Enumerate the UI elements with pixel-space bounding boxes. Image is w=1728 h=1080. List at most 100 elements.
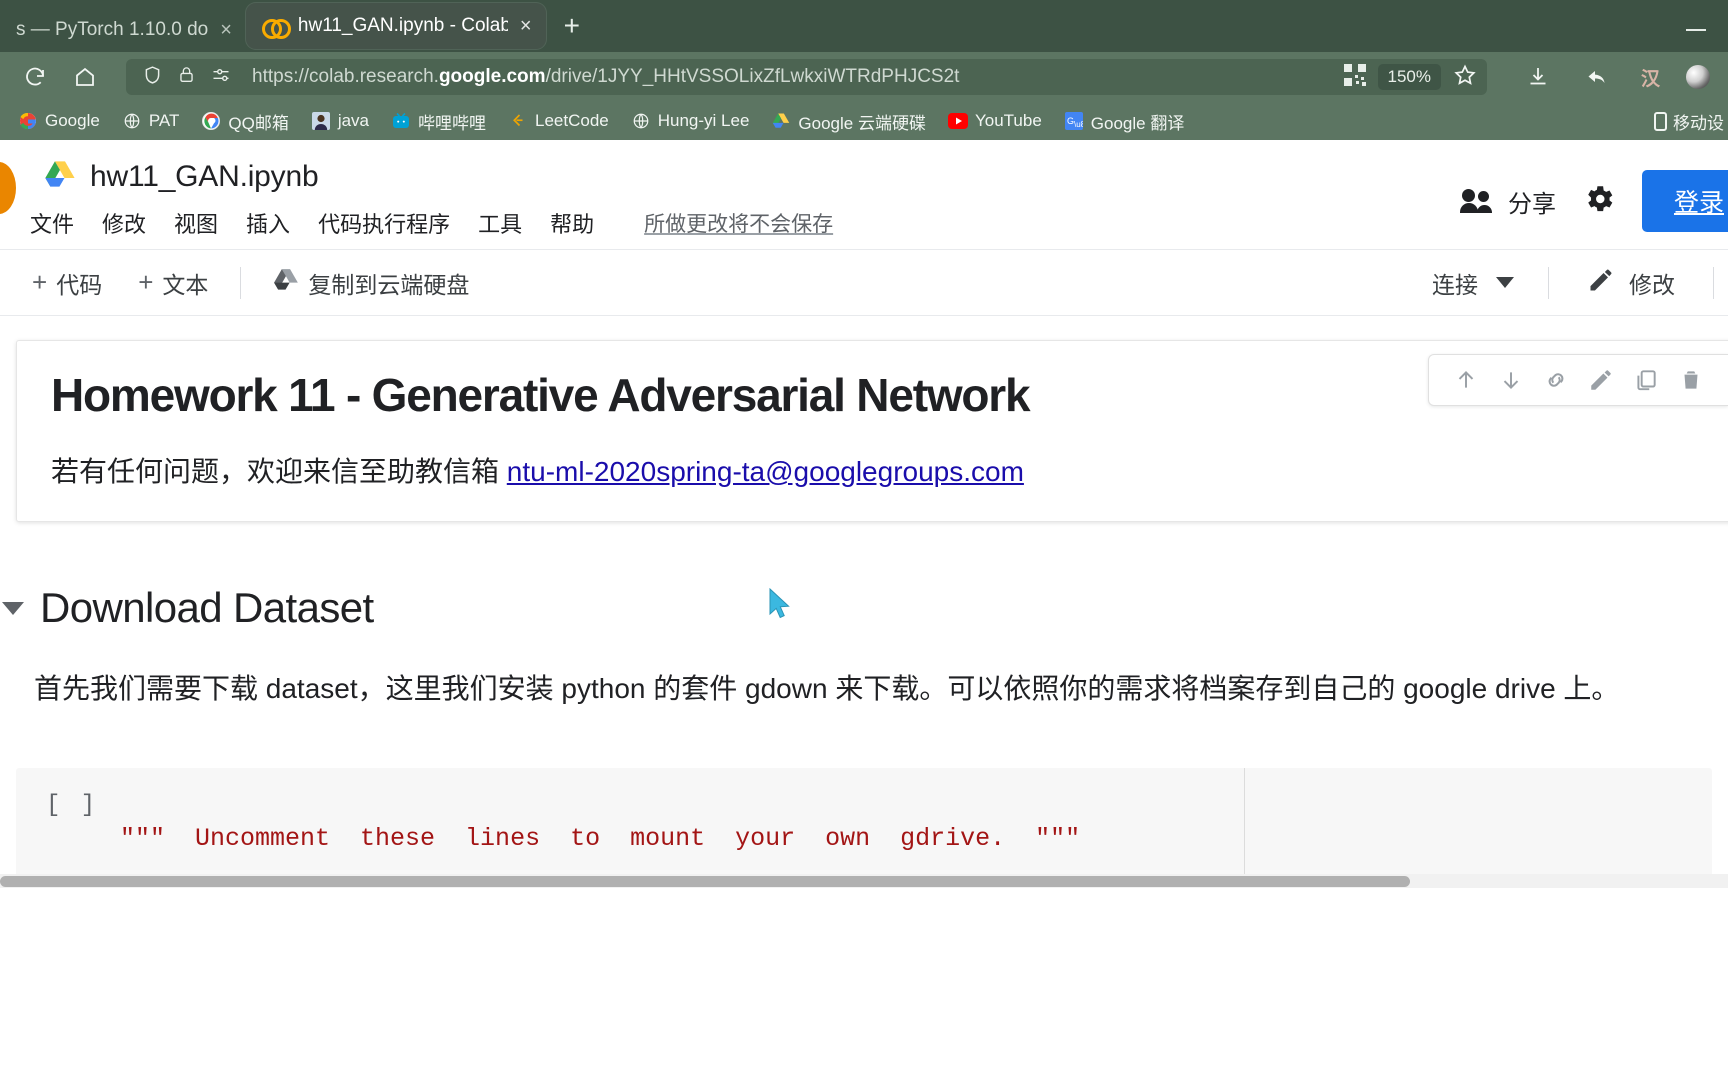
header-actions: 分享 登录: [1459, 170, 1728, 232]
section-header-download-dataset[interactable]: Download Dataset: [0, 584, 1728, 632]
bookmark-label: Google: [45, 111, 100, 130]
add-text-cell-button[interactable]: + 文本: [120, 266, 226, 300]
code-cell[interactable]: [ ] """ Uncomment these lines to mount y…: [16, 768, 1712, 889]
bilibili-icon: [391, 111, 411, 131]
bookmark-label: QQ邮箱: [228, 113, 289, 133]
lock-icon[interactable]: [177, 64, 196, 91]
zoom-level-indicator[interactable]: 150%: [1377, 64, 1441, 90]
minimize-icon[interactable]: [1686, 21, 1706, 31]
move-cell-up-icon[interactable]: [1453, 367, 1479, 393]
run-cell-button[interactable]: [ ]: [46, 792, 98, 819]
permissions-icon[interactable]: [210, 65, 232, 90]
download-icon[interactable]: [1521, 60, 1555, 94]
menu-item-view[interactable]: 视图: [174, 207, 218, 239]
google-icon: [18, 111, 38, 131]
bookmark-label: YouTube: [974, 111, 1042, 130]
browser-tab-colab[interactable]: hw11_GAN.ipynb - Colabora ×: [245, 3, 546, 49]
gear-icon[interactable]: [1582, 182, 1616, 221]
menu-item-insert[interactable]: 插入: [246, 207, 290, 239]
bookmark-label: 哔哩哔哩: [418, 113, 487, 133]
bookmark-google-translate[interactable]: G\u8bd1 Google 翻译: [1064, 109, 1185, 134]
shield-icon[interactable]: [142, 64, 163, 91]
close-icon[interactable]: ×: [220, 20, 232, 40]
bookmark-leetcode[interactable]: LeetCode: [508, 111, 609, 131]
bookmark-label: 移动设: [1673, 113, 1724, 133]
sign-in-button[interactable]: 登录: [1641, 170, 1728, 232]
colab-header: hw11_GAN.ipynb 文件 修改 视图 插入 代码执行程序 工具 帮助 …: [0, 140, 1728, 250]
add-code-cell-button[interactable]: + 代码: [14, 266, 120, 300]
move-cell-down-icon[interactable]: [1498, 367, 1524, 393]
bookmark-bilibili[interactable]: 哔哩哔哩: [391, 109, 486, 134]
pencil-icon: [1587, 266, 1615, 300]
bookmark-google[interactable]: Google: [18, 111, 100, 131]
bookmark-label: Hung-yi Lee: [657, 111, 750, 130]
chevron-down-icon[interactable]: [1496, 277, 1514, 288]
code-margin-divider: [1244, 768, 1245, 889]
toolbar-divider: [1548, 266, 1549, 299]
close-icon[interactable]: ×: [520, 16, 532, 36]
copy-cell-icon[interactable]: [1633, 367, 1659, 393]
bookmarks-overflow[interactable]: 移动设: [1654, 109, 1724, 134]
colab-icon: [261, 18, 291, 39]
google-drive-icon: [44, 160, 76, 194]
bookmark-pat[interactable]: PAT: [122, 111, 180, 131]
bookmark-qqmail[interactable]: QQ邮箱: [201, 109, 289, 134]
horizontal-scrollbar[interactable]: [0, 874, 1728, 889]
link-to-cell-icon[interactable]: [1543, 367, 1569, 393]
bookmark-google-drive[interactable]: Google 云端硬碟: [771, 109, 926, 134]
ta-email-link[interactable]: ntu-ml-2020spring-ta@googlegroups.com: [507, 456, 1024, 487]
browser-chrome: s — PyTorch 1.10.0 do × hw11_GAN.ipynb -…: [0, 0, 1728, 140]
youtube-icon: [947, 111, 968, 131]
delete-cell-icon[interactable]: [1678, 367, 1704, 393]
profile-avatar-icon[interactable]: [1686, 65, 1710, 89]
code-content[interactable]: """ Uncomment these lines to mount your …: [120, 788, 1712, 888]
copy-to-drive-button[interactable]: 复制到云端硬盘: [255, 266, 487, 300]
browser-tab-pytorch[interactable]: s — PyTorch 1.10.0 do ×: [0, 8, 246, 52]
reload-icon[interactable]: [18, 60, 52, 94]
menu-item-file[interactable]: 文件: [30, 207, 74, 239]
menu-item-runtime[interactable]: 代码执行程序: [318, 207, 450, 239]
toolbar-right-group: 连接 修改: [1412, 266, 1728, 300]
edit-label: 修改: [1629, 271, 1675, 298]
edit-mode-button[interactable]: 修改: [1563, 266, 1699, 300]
bookmark-label: PAT: [148, 111, 180, 130]
unsaved-changes-notice[interactable]: 所做更改将不会保存: [644, 208, 833, 238]
java-avatar-icon: [311, 111, 331, 131]
qr-code-icon[interactable]: [1343, 63, 1366, 91]
address-bar[interactable]: https://colab.research.google.com/drive/…: [126, 59, 1487, 95]
svg-text:\u8bd1: \u8bd1: [1074, 120, 1083, 129]
toolbar-divider: [1713, 266, 1714, 299]
triangle-down-icon[interactable]: [2, 601, 24, 615]
bookmark-label: Google 翻译: [1090, 113, 1185, 133]
browser-actions: 汉: [1511, 60, 1710, 94]
cell-action-toolbar: [1428, 354, 1728, 406]
menu-item-help[interactable]: 帮助: [550, 207, 594, 239]
section-paragraph: 首先我们需要下载 dataset，这里我们安装 python 的套件 gdown…: [34, 673, 1620, 705]
navigation-bar: https://colab.research.google.com/drive/…: [0, 52, 1728, 102]
page-title[interactable]: hw11_GAN.ipynb: [90, 160, 319, 194]
connect-button[interactable]: 连接: [1412, 266, 1534, 300]
bookmark-java[interactable]: java: [311, 111, 369, 131]
share-button[interactable]: 分享: [1459, 184, 1556, 219]
scrollbar-thumb[interactable]: [0, 876, 1410, 888]
people-icon: [1459, 189, 1496, 213]
window-controls: [1686, 0, 1728, 52]
menu-item-tools[interactable]: 工具: [478, 207, 522, 239]
add-code-label: 代码: [56, 271, 103, 298]
notebook-toolbar: + 代码 + 文本 复制到云端硬盘 连接 修改: [0, 250, 1728, 316]
markdown-paragraph: 若有任何问题，欢迎来信至助教信箱 ntu-ml-2020spring-ta@go…: [51, 452, 1728, 491]
undo-arrow-icon[interactable]: [1581, 60, 1615, 94]
star-icon[interactable]: [1453, 63, 1477, 92]
edit-cell-icon[interactable]: [1588, 367, 1614, 393]
home-icon[interactable]: [68, 60, 102, 94]
notebook-body: Homework 11 - Generative Adversarial Net…: [0, 340, 1728, 889]
google-translate-icon: G\u8bd1: [1064, 111, 1084, 131]
translate-icon[interactable]: 汉: [1641, 64, 1660, 91]
menu-item-edit[interactable]: 修改: [102, 207, 146, 239]
bookmark-hungyilee[interactable]: Hung-yi Lee: [631, 111, 750, 131]
new-tab-button[interactable]: +: [546, 12, 598, 52]
google-drive-icon: [771, 111, 791, 131]
bookmarks-bar: Google PAT QQ邮箱 java 哔哩哔哩 LeetCode Hung-…: [0, 102, 1728, 140]
tab-strip: s — PyTorch 1.10.0 do × hw11_GAN.ipynb -…: [0, 0, 1728, 52]
bookmark-youtube[interactable]: YouTube: [947, 111, 1042, 131]
